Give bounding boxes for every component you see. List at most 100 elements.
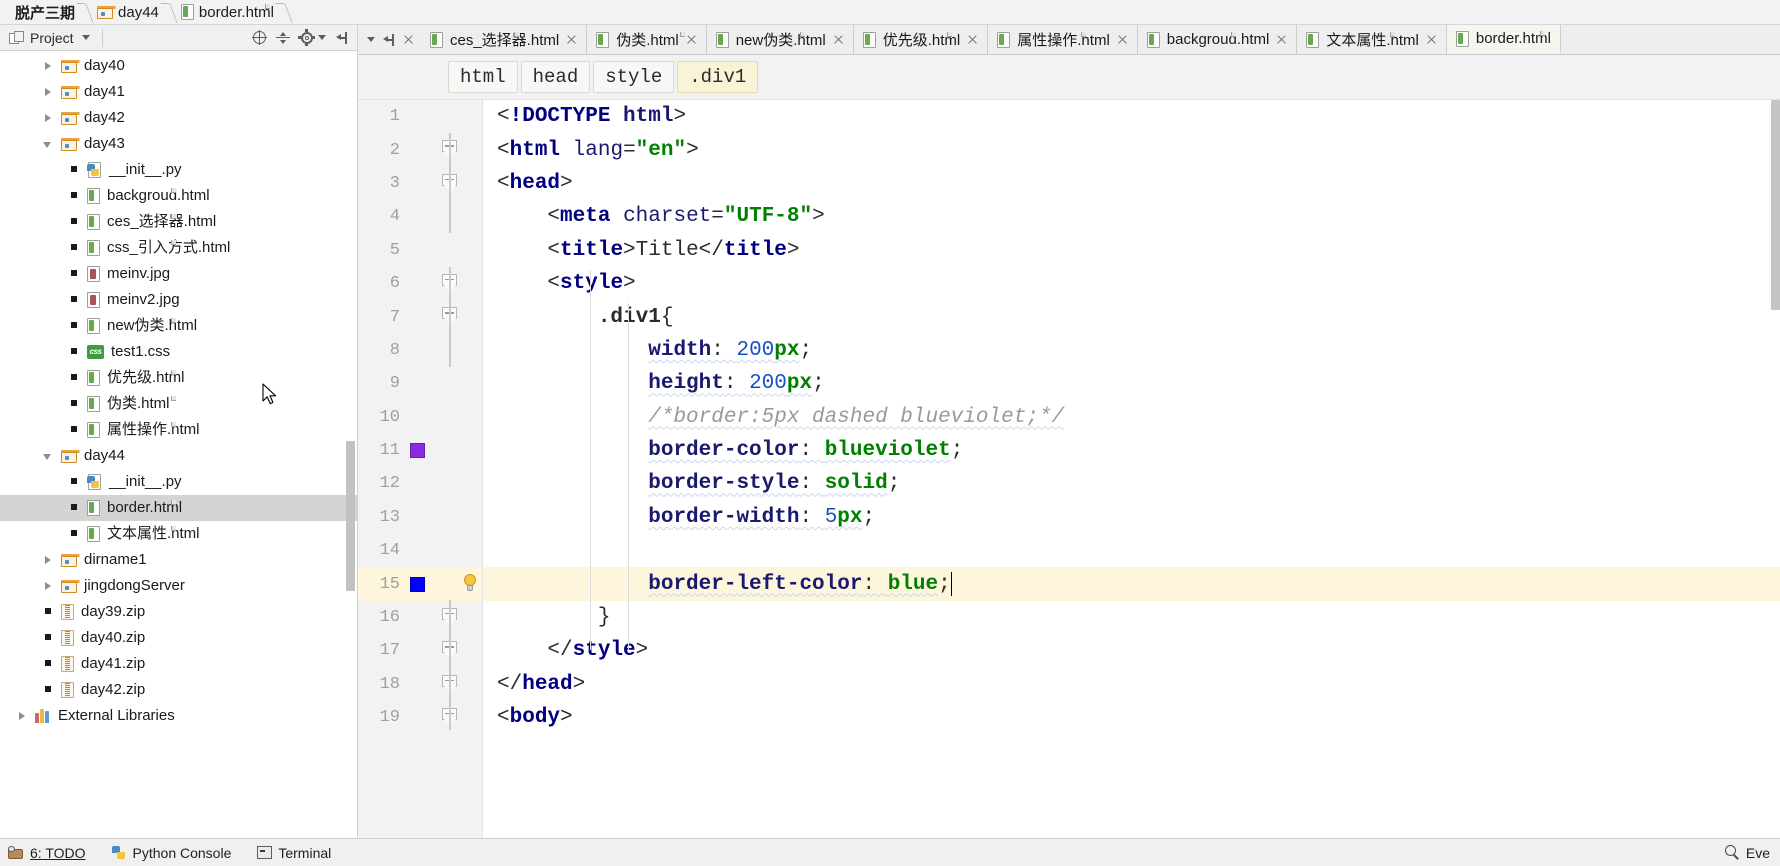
gutter-line[interactable]: 16 (358, 601, 482, 634)
tree-node[interactable]: day43 (0, 131, 357, 157)
close-icon[interactable] (403, 34, 414, 45)
gutter-line[interactable]: 8 (358, 334, 482, 367)
gutter-line[interactable]: 11 (358, 434, 482, 467)
close-tab-icon[interactable] (686, 34, 697, 45)
gutter-line[interactable]: 3 (358, 167, 482, 200)
tree-node[interactable]: 文本属性.html (0, 521, 357, 547)
tree-node[interactable]: css test1.css (0, 339, 357, 365)
tree-node[interactable]: ces_选择器.html (0, 209, 357, 235)
chevron-right-icon[interactable] (43, 87, 54, 98)
status-item-search[interactable]: Eve (1724, 845, 1780, 861)
gutter-line[interactable]: 18 (358, 668, 482, 701)
chevron-down-icon[interactable] (43, 451, 54, 462)
status-item-python-console[interactable]: Python Console (111, 845, 231, 861)
chevron-right-icon[interactable] (43, 555, 54, 566)
code-line[interactable]: border-left-color: blue; (483, 567, 1780, 601)
tree-node[interactable]: day42 (0, 105, 357, 131)
gutter-line[interactable]: 12 (358, 467, 482, 500)
code-line[interactable]: /*border:5px dashed blueviolet;*/ (483, 401, 1780, 434)
code-line[interactable]: <style> (483, 267, 1780, 300)
tree-node[interactable]: day41 (0, 79, 357, 105)
code-line[interactable]: <html lang="en"> (483, 133, 1780, 166)
gutter-line[interactable]: 10 (358, 401, 482, 434)
editor-tab[interactable]: ces_选择器.html (421, 25, 588, 54)
gutter-line[interactable]: 19 (358, 701, 482, 734)
code-line[interactable] (483, 534, 1780, 567)
code-line[interactable]: <meta charset="UTF-8"> (483, 200, 1780, 233)
tabbar-chevron-down-icon[interactable] (367, 37, 375, 42)
structure-breadcrumb-chip[interactable]: head (520, 61, 591, 93)
status-item-terminal[interactable]: Terminal (257, 845, 331, 861)
editor-scrollbar-thumb[interactable] (1771, 100, 1780, 310)
tree-node[interactable]: day41.zip (0, 651, 357, 677)
code-line[interactable]: border-style: solid; (483, 467, 1780, 500)
project-tree[interactable]: day40 day41 day42 day43 __init__.py backgroud… (0, 51, 357, 838)
editor-tab[interactable]: 伪类.html (587, 25, 707, 54)
editor-tab[interactable]: border.html (1446, 25, 1561, 54)
tree-node[interactable]: new伪类.html (0, 313, 357, 339)
project-view-selector[interactable]: Project (3, 27, 96, 49)
tree-node[interactable]: dirname1 (0, 547, 357, 573)
target-icon[interactable] (252, 30, 267, 45)
collapse-all-icon[interactable] (276, 31, 290, 45)
gear-chevron-down-icon[interactable] (318, 35, 326, 40)
tree-node[interactable]: day40.zip (0, 625, 357, 651)
close-tab-icon[interactable] (967, 34, 978, 45)
tree-node[interactable]: 属性操作.html (0, 417, 357, 443)
hide-panel-icon[interactable] (335, 31, 349, 45)
gutter-line[interactable]: 1 (358, 100, 482, 133)
gutter-line[interactable]: 13 (358, 501, 482, 534)
code-line[interactable]: <title>Title</title> (483, 234, 1780, 267)
tabbar-hide-icon[interactable] (382, 33, 396, 47)
tree-node[interactable]: 伪类.html (0, 391, 357, 417)
close-tab-icon[interactable] (566, 34, 577, 45)
editor-tab-bar[interactable]: ces_选择器.html 伪类.html new伪类.html 优先级.html 属性操… (358, 25, 1780, 55)
tree-node[interactable]: day44 (0, 443, 357, 469)
code-line[interactable]: border-color: blueviolet; (483, 434, 1780, 467)
chevron-right-icon[interactable] (17, 711, 28, 722)
code-line[interactable]: </style> (483, 634, 1780, 667)
gutter-line[interactable]: 9 (358, 367, 482, 400)
tree-node[interactable]: border.html (0, 495, 357, 521)
tree-node[interactable]: meinv.jpg (0, 261, 357, 287)
code-content[interactable]: <!DOCTYPE html> <html lang="en"> <head> <m… (483, 100, 1780, 838)
tree-node[interactable]: External Libraries (0, 703, 357, 729)
gutter-line[interactable]: 6 (358, 267, 482, 300)
code-line[interactable]: width: 200px; (483, 334, 1780, 367)
code-line[interactable]: <body> (483, 701, 1780, 734)
code-line[interactable]: <!DOCTYPE html> (483, 100, 1780, 133)
code-line[interactable]: } (483, 601, 1780, 634)
tree-node[interactable]: css_引入方式.html (0, 235, 357, 261)
chevron-right-icon[interactable] (43, 581, 54, 592)
tree-node[interactable]: 优先级.html (0, 365, 357, 391)
breadcrumb-item-project[interactable]: 脱产三期 (4, 0, 79, 25)
close-tab-icon[interactable] (833, 34, 844, 45)
editor-tab[interactable]: backgroud.html (1137, 25, 1298, 54)
editor-tab[interactable]: 文本属性.html (1297, 25, 1447, 54)
close-tab-icon[interactable] (1117, 34, 1128, 45)
structure-breadcrumb-chip[interactable]: style (593, 61, 675, 93)
tree-node[interactable]: day42.zip (0, 677, 357, 703)
tree-node[interactable]: day39.zip (0, 599, 357, 625)
intention-bulb-icon[interactable] (463, 574, 477, 593)
structure-breadcrumb[interactable]: html head style .div1 (358, 55, 1780, 100)
gutter-line[interactable]: 4 (358, 200, 482, 233)
gutter-color-swatch[interactable] (410, 576, 425, 592)
sidebar-scrollbar-thumb[interactable] (346, 441, 355, 591)
gutter-line[interactable]: 14 (358, 534, 482, 567)
tree-node[interactable]: backgroud.html (0, 183, 357, 209)
editor-tab[interactable]: 属性操作.html (988, 25, 1138, 54)
code-line[interactable]: border-width: 5px; (483, 501, 1780, 534)
status-item-todo[interactable]: 6: TODO (8, 845, 86, 861)
gutter-line[interactable]: 2 (358, 133, 482, 166)
close-tab-icon[interactable] (1426, 34, 1437, 45)
gutter-line[interactable]: 15 (358, 567, 482, 601)
code-editor[interactable]: 1 2 3 4 5 6 7 8 9 10 11 12 13 14 15 16 17 18 19 <!DOCTYPE … (358, 100, 1780, 838)
breadcrumb-item-file[interactable]: border.html (175, 0, 278, 25)
breadcrumb-item-day44[interactable]: day44 (91, 0, 163, 25)
code-line[interactable]: .div1{ (483, 300, 1780, 333)
editor-tab[interactable]: 优先级.html (853, 25, 989, 54)
tree-node[interactable]: meinv2.jpg (0, 287, 357, 313)
structure-breadcrumb-chip[interactable]: .div1 (677, 61, 759, 93)
tree-node[interactable]: __init__.py (0, 157, 357, 183)
